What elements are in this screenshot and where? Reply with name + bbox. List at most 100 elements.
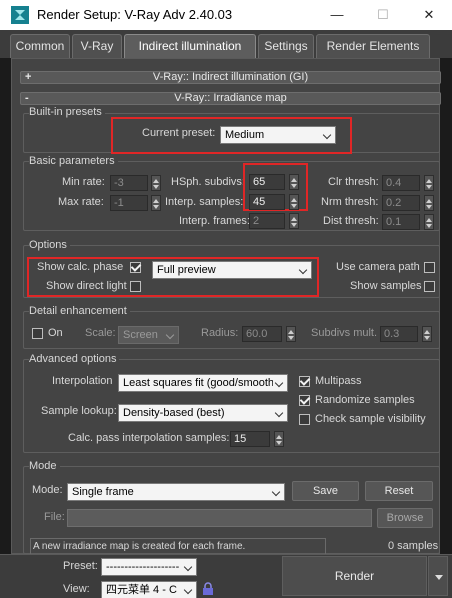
dist-thresh-field[interactable]: 0.1 (382, 214, 420, 230)
tab-settings[interactable]: Settings (258, 34, 314, 58)
scale-value: Screen (123, 329, 158, 341)
clr-thresh-field[interactable]: 0.4 (382, 175, 420, 191)
maximize-button[interactable]: ☐ (360, 0, 406, 30)
scale-dropdown[interactable]: Screen (118, 326, 179, 344)
gi-rollout-header[interactable]: + V-Ray:: Indirect illumination (GI) (20, 71, 441, 84)
file-path-field[interactable] (67, 509, 372, 527)
min-rate-field[interactable]: -3 (110, 175, 148, 191)
nrm-thresh-field[interactable]: 0.2 (382, 195, 420, 211)
preview-mode-value: Full preview (157, 264, 216, 276)
options-title: Options (29, 239, 70, 251)
basic-parameters-title: Basic parameters (29, 155, 118, 167)
subdivs-mult-field[interactable]: 0.3 (380, 326, 418, 342)
preset-dropdown[interactable]: -------------------- (101, 558, 197, 576)
min-rate-spinner[interactable] (151, 175, 161, 191)
presets-group-title: Built-in presets (29, 106, 105, 118)
chevron-down-icon (165, 330, 175, 340)
sample-lookup-dropdown[interactable]: Density-based (best) (118, 404, 288, 422)
chevron-down-icon (271, 487, 281, 497)
reset-button[interactable]: Reset (365, 481, 433, 501)
chevron-down-icon (274, 408, 284, 418)
interp-frames-field[interactable]: 2 (249, 213, 285, 229)
render-button[interactable]: Render (282, 556, 427, 596)
show-samples-checkbox[interactable] (424, 281, 435, 292)
min-rate-label: Min rate: (62, 176, 105, 188)
window-titlebar: Render Setup: V-Ray Adv 2.40.03 — ☐ ✕ (0, 0, 452, 30)
interp-samples-spinner[interactable] (289, 194, 299, 210)
sample-count: 0 samples (388, 540, 439, 552)
mode-dropdown[interactable]: Single frame (67, 483, 285, 501)
render-options-arrow[interactable] (428, 556, 448, 596)
view-dropdown[interactable]: 四元菜单 4 - C (101, 581, 197, 598)
check-sample-visibility-checkbox[interactable] (299, 414, 310, 425)
tab-render-elements[interactable]: Render Elements (316, 34, 430, 58)
randomize-samples-label: Randomize samples (315, 394, 415, 406)
preset-value: -------------------- (106, 561, 180, 573)
interp-samples-label: Interp. samples: (165, 196, 244, 208)
view-label: View: (63, 583, 90, 595)
show-direct-light-label: Show direct light (46, 280, 127, 292)
current-preset-dropdown[interactable]: Medium (220, 126, 336, 144)
interpolation-label: Interpolation (52, 375, 113, 387)
sample-lookup-value: Density-based (best) (123, 407, 225, 419)
minimize-button[interactable]: — (314, 0, 360, 30)
dist-thresh-label: Dist thresh: (323, 215, 379, 227)
use-camera-path-label: Use camera path (336, 261, 420, 273)
hsph-subdivs-spinner[interactable] (289, 174, 299, 190)
use-camera-path-checkbox[interactable] (424, 262, 435, 273)
multipass-checkbox[interactable] (299, 376, 310, 387)
check-sample-visibility-label: Check sample visibility (315, 413, 426, 425)
subdivs-mult-label: Subdivs mult. (311, 327, 378, 339)
mode-info-box: A new irradiance map is created for each… (30, 538, 326, 554)
rollout-expand-sign: + (25, 71, 32, 83)
tab-indirect-illumination[interactable]: Indirect illumination (124, 34, 256, 58)
clr-thresh-spinner[interactable] (424, 175, 434, 191)
sample-lookup-label: Sample lookup: (41, 405, 117, 417)
chevron-down-icon (183, 562, 193, 572)
mode-value: Single frame (72, 486, 134, 498)
tab-strip: Common V-Ray Indirect illumination Setti… (0, 30, 452, 58)
interp-samples-field[interactable]: 45 (249, 194, 285, 210)
lock-icon[interactable] (202, 582, 214, 596)
irradiance-rollout-header[interactable]: - V-Ray:: Irradiance map (20, 92, 441, 105)
subdivs-mult-spinner[interactable] (422, 326, 432, 342)
detail-enhancement-title: Detail enhancement (29, 305, 130, 317)
detail-on-label: On (48, 327, 63, 339)
radius-spinner[interactable] (286, 326, 296, 342)
chevron-down-icon (322, 130, 332, 140)
calc-pass-interp-spinner[interactable] (274, 431, 284, 447)
show-direct-light-checkbox[interactable] (130, 281, 141, 292)
tab-common[interactable]: Common (10, 34, 70, 58)
randomize-samples-checkbox[interactable] (299, 395, 310, 406)
window-title: Render Setup: V-Ray Adv 2.40.03 (37, 7, 233, 22)
chevron-down-icon (183, 585, 193, 595)
interpolation-dropdown[interactable]: Least squares fit (good/smooth (118, 374, 288, 392)
chevron-down-icon (298, 265, 308, 275)
hsph-subdivs-field[interactable]: 65 (249, 174, 285, 190)
interp-frames-label: Interp. frames: (179, 215, 250, 227)
mode-label: Mode: (32, 484, 63, 496)
advanced-options-title: Advanced options (29, 353, 120, 365)
nrm-thresh-spinner[interactable] (424, 195, 434, 211)
close-button[interactable]: ✕ (406, 0, 452, 30)
save-button[interactable]: Save (292, 481, 359, 501)
show-calc-phase-checkbox[interactable] (130, 262, 141, 273)
calc-pass-interp-field[interactable]: 15 (230, 431, 270, 447)
mode-info-text: A new irradiance map is created for each… (33, 541, 246, 552)
max-rate-spinner[interactable] (151, 195, 161, 211)
tab-vray[interactable]: V-Ray (72, 34, 122, 58)
interp-frames-spinner[interactable] (289, 213, 299, 229)
preset-label: Preset: (63, 560, 98, 572)
show-calc-phase-label: Show calc. phase (37, 261, 124, 273)
browse-button[interactable]: Browse (377, 508, 433, 528)
current-preset-label: Current preset: (142, 127, 216, 139)
rollout-collapse-sign: - (25, 92, 29, 104)
detail-on-checkbox[interactable] (32, 328, 43, 339)
preview-mode-dropdown[interactable]: Full preview (152, 261, 312, 279)
radius-field[interactable]: 60.0 (242, 326, 282, 342)
radius-label: Radius: (201, 327, 239, 339)
dist-thresh-spinner[interactable] (424, 214, 434, 230)
irradiance-rollout-title: V-Ray:: Irradiance map (174, 92, 287, 104)
max-rate-field[interactable]: -1 (110, 195, 148, 211)
gi-rollout-title: V-Ray:: Indirect illumination (GI) (152, 71, 309, 83)
